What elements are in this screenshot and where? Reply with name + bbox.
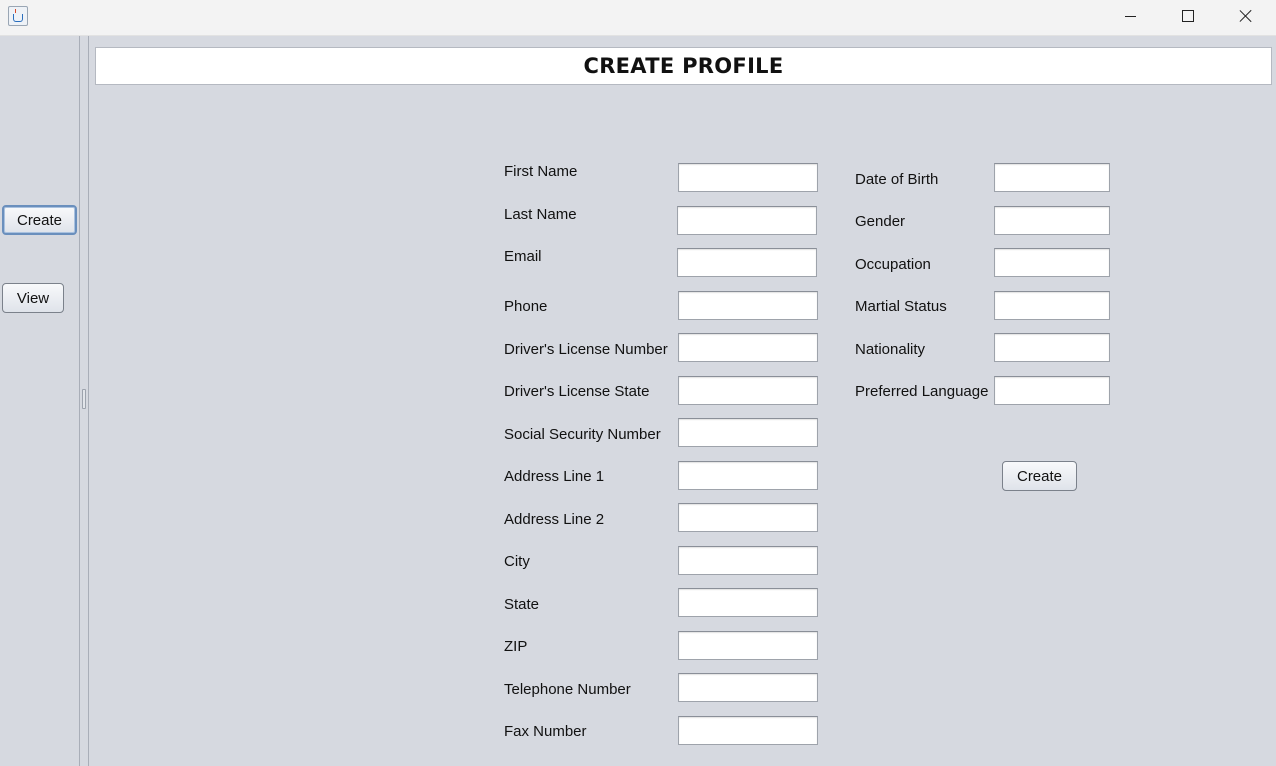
phone-field[interactable] — [678, 291, 818, 320]
occupation-label: Occupation — [855, 256, 931, 273]
first-name-label: First Name — [504, 163, 578, 180]
minimize-button[interactable] — [1101, 0, 1159, 32]
last-name-label: Last Name — [504, 206, 577, 223]
address-line-2-field[interactable] — [678, 503, 818, 532]
create-profile-button[interactable]: Create — [1002, 461, 1077, 491]
gender-field[interactable] — [994, 206, 1110, 235]
java-cup-icon — [8, 6, 28, 26]
close-icon — [1239, 9, 1253, 23]
preferred-language-label: Preferred Language — [855, 383, 989, 400]
gender-label: Gender — [855, 213, 906, 230]
marital-status-field[interactable] — [994, 291, 1110, 320]
sidebar-create-button[interactable]: Create — [2, 205, 77, 235]
zip-field[interactable] — [678, 631, 818, 660]
address-line-1-field[interactable] — [678, 461, 818, 490]
nationality-label: Nationality — [855, 341, 926, 358]
email-label: Email — [504, 248, 542, 265]
social-security-number-label: Social Security Number — [504, 426, 661, 443]
email-field[interactable] — [677, 248, 817, 277]
drivers-license-state-field[interactable] — [678, 376, 818, 405]
date-of-birth-label: Date of Birth — [855, 171, 939, 188]
minimize-icon — [1124, 15, 1136, 17]
address-line-2-label: Address Line 2 — [504, 511, 605, 528]
marital-status-label: Martial Status — [855, 298, 947, 315]
drivers-license-number-field[interactable] — [678, 333, 818, 362]
last-name-field[interactable] — [677, 206, 817, 235]
maximize-icon — [1182, 10, 1194, 22]
city-field[interactable] — [678, 546, 818, 575]
nationality-field[interactable] — [994, 333, 1110, 362]
phone-label: Phone — [504, 298, 548, 315]
sidebar — [0, 36, 79, 766]
page-header: CREATE PROFILE — [95, 47, 1272, 85]
maximize-button[interactable] — [1159, 0, 1217, 32]
first-name-field[interactable] — [678, 163, 818, 192]
social-security-number-field[interactable] — [678, 418, 818, 447]
drivers-license-number-label: Driver's License Number — [504, 341, 668, 358]
occupation-field[interactable] — [994, 248, 1110, 277]
fax-number-field[interactable] — [678, 716, 818, 745]
page-title: CREATE PROFILE — [583, 54, 784, 78]
title-bar — [0, 0, 1276, 36]
preferred-language-field[interactable] — [994, 376, 1110, 405]
address-line-1-label: Address Line 1 — [504, 468, 605, 485]
drivers-license-state-label: Driver's License State — [504, 383, 650, 400]
date-of-birth-field[interactable] — [994, 163, 1110, 192]
close-button[interactable] — [1217, 0, 1275, 32]
telephone-number-label: Telephone Number — [504, 681, 631, 698]
state-label: State — [504, 596, 540, 613]
fax-number-label: Fax Number — [504, 723, 587, 740]
city-label: City — [504, 553, 530, 570]
telephone-number-field[interactable] — [678, 673, 818, 702]
state-field[interactable] — [678, 588, 818, 617]
sidebar-view-button[interactable]: View — [2, 283, 64, 313]
divider-grip-handle[interactable] — [82, 389, 86, 409]
zip-label: ZIP — [504, 638, 528, 655]
